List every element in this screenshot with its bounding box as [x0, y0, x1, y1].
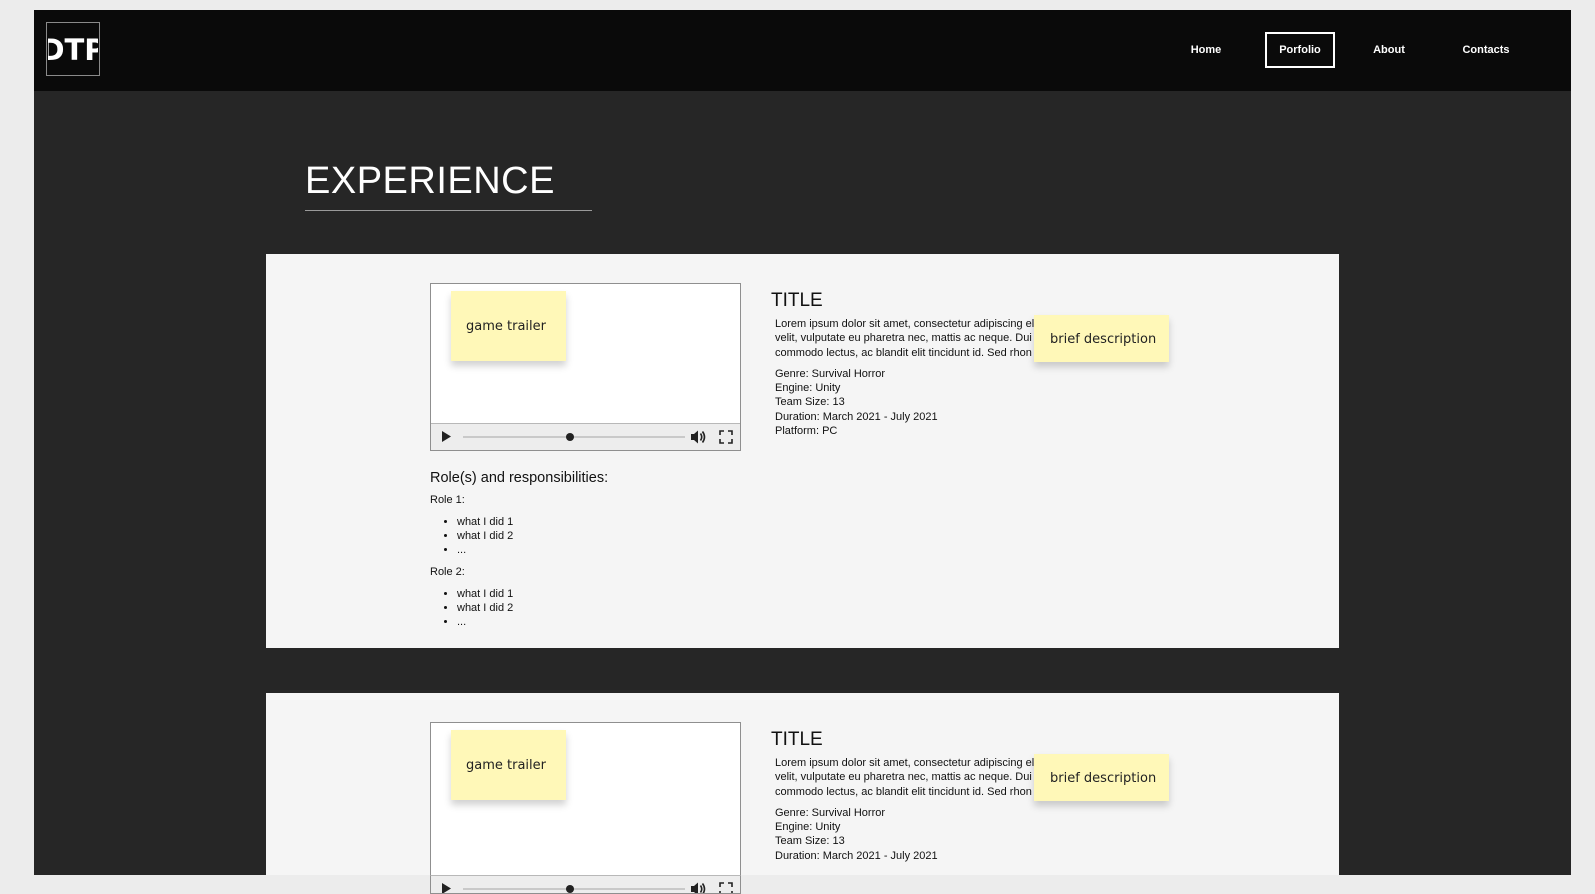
description-line: Lorem ipsum dolor sit amet, consectetur …: [775, 318, 1035, 330]
video-player[interactable]: game trailer: [430, 722, 741, 875]
card-title: TITLE: [771, 729, 823, 750]
play-icon[interactable]: [440, 882, 452, 894]
video-controls: [431, 423, 740, 450]
video-seek-bar[interactable]: [463, 885, 685, 893]
description-line: velit, vulputate eu pharetra nec, mattis…: [775, 332, 1032, 345]
seek-handle[interactable]: [565, 885, 574, 893]
description-sticky-note: brief description: [1034, 754, 1169, 801]
section-title: EXPERIENCE: [305, 160, 555, 202]
meta-engine: Engine: Unity: [775, 821, 841, 834]
description-line: commodo lectus, ac blandit elit tincidun…: [775, 346, 1032, 359]
list-item: what I did 1: [457, 515, 608, 529]
role-label: Role 1:: [430, 494, 465, 506]
play-icon[interactable]: [440, 430, 452, 443]
experience-card: game trailer TITLE Lorem ipsum dolor sit…: [266, 693, 1339, 875]
card-description-text: Lorem ipsum dolor sit amet, consectetur …: [775, 317, 1035, 363]
fullscreen-icon[interactable]: [719, 882, 733, 894]
site-logo[interactable]: DTP: [46, 22, 100, 76]
card-description-text: Lorem ipsum dolor sit amet, consectetur …: [775, 756, 1035, 802]
fullscreen-icon[interactable]: [719, 430, 733, 444]
list-item: ...: [457, 543, 608, 557]
nav-contacts[interactable]: Contacts: [1451, 32, 1521, 68]
experience-card: game trailer TITLE Lorem ipsum dolor sit…: [266, 254, 1339, 648]
meta-genre: Genre: Survival Horror: [775, 807, 886, 819]
nav-home[interactable]: Home: [1176, 32, 1236, 68]
meta-team-size: Team Size: 13: [775, 396, 845, 409]
video-player[interactable]: game trailer: [430, 283, 741, 451]
list-item: what I did 1: [457, 587, 608, 601]
meta-engine: Engine: Unity: [775, 382, 841, 395]
title-underline: [305, 210, 592, 211]
meta-platform: Platform: PC: [775, 424, 838, 437]
page-frame: DTP Home Porfolio About Contacts EXPERIE…: [34, 10, 1571, 875]
description-line: commodo lectus, ac blandit elit tincidun…: [775, 785, 1032, 798]
trailer-sticky-note: game trailer: [451, 730, 566, 800]
roles-heading: Role(s) and responsibilities:: [430, 470, 609, 486]
list-item: what I did 2: [457, 529, 608, 543]
role-responsibilities: what I did 1 what I did 2 ...: [430, 515, 608, 558]
volume-icon[interactable]: [690, 429, 708, 445]
nav-about[interactable]: About: [1359, 32, 1419, 68]
trailer-sticky-note: game trailer: [451, 291, 566, 361]
seek-handle[interactable]: [565, 433, 574, 441]
card-title: TITLE: [771, 290, 823, 311]
list-item: ...: [457, 615, 608, 629]
meta-genre: Genre: Survival Horror: [775, 368, 886, 380]
video-controls: [430, 875, 741, 894]
list-item: what I did 2: [457, 601, 608, 615]
description-line: Lorem ipsum dolor sit amet, consectetur …: [775, 757, 1035, 769]
meta-duration: Duration: March 2021 - July 2021: [775, 410, 938, 423]
volume-icon[interactable]: [690, 881, 708, 894]
game-meta-list: Genre: Survival Horror Engine: Unity Tea…: [775, 367, 938, 438]
description-line: velit, vulputate eu pharetra nec, mattis…: [775, 771, 1032, 784]
description-sticky-note: brief description: [1034, 315, 1169, 362]
meta-duration: Duration: March 2021 - July 2021: [775, 849, 938, 862]
role-responsibilities: what I did 1 what I did 2 ...: [430, 587, 608, 630]
role-label: Role 2:: [430, 565, 465, 578]
nav-portfolio[interactable]: Porfolio: [1265, 32, 1335, 68]
meta-team-size: Team Size: 13: [775, 835, 845, 848]
svg-text:DTP: DTP: [48, 33, 98, 67]
logo-mark-icon: DTP: [48, 33, 98, 67]
game-meta-list: Genre: Survival Horror Engine: Unity Tea…: [775, 806, 938, 863]
roles-section: Role(s) and responsibilities: Role 1: wh…: [430, 470, 608, 637]
video-seek-bar[interactable]: [463, 433, 685, 441]
top-navigation-bar: DTP Home Porfolio About Contacts: [34, 10, 1571, 91]
